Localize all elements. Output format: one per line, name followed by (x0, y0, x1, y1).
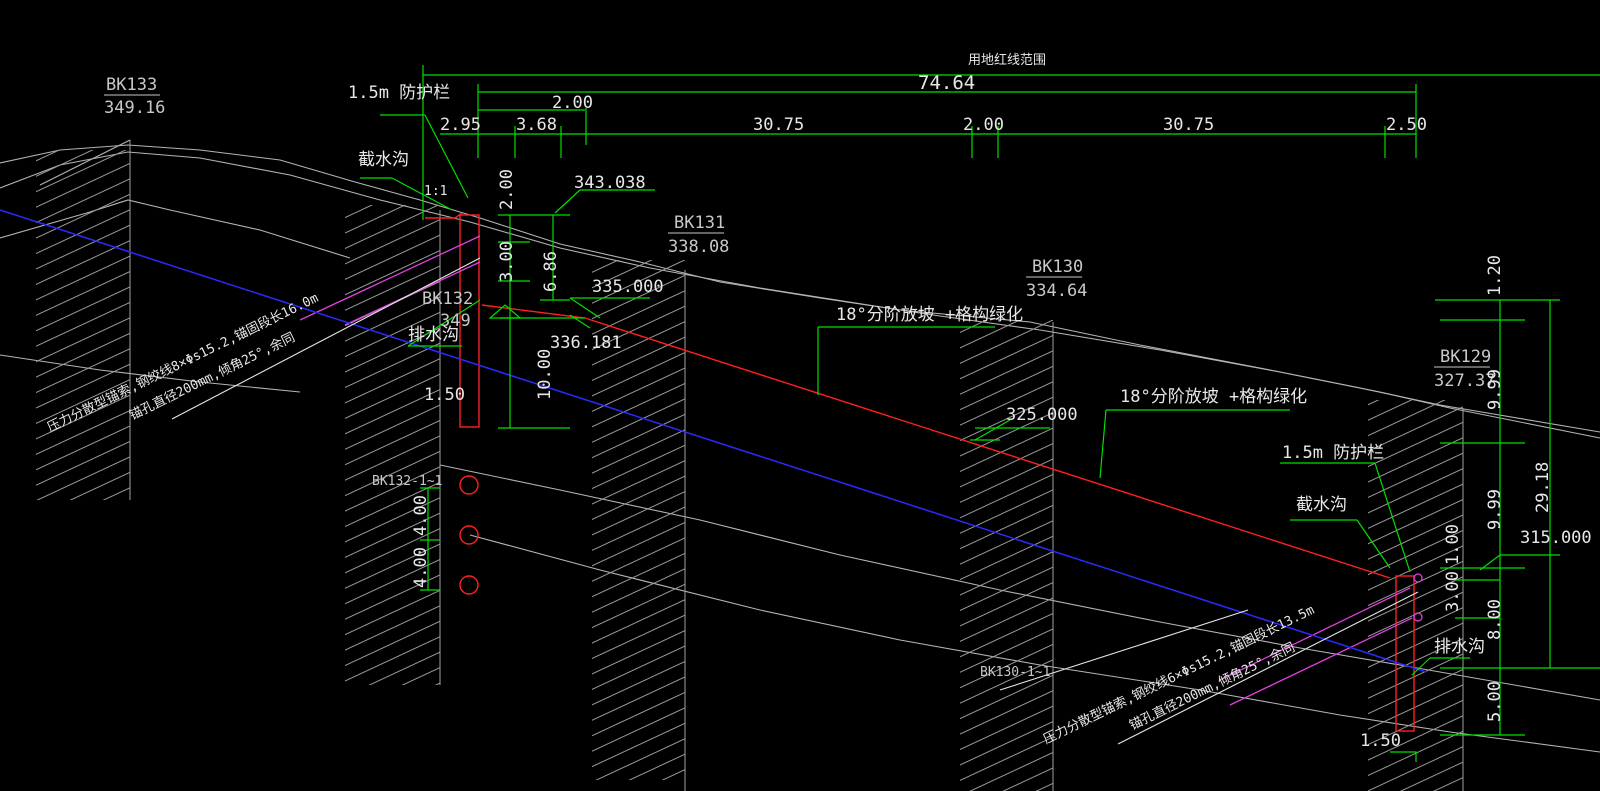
right-v9-99-a: 9.99 (1485, 369, 1505, 410)
mid-slope-note-1: 18°分阶放坡 +格构绿化 (836, 305, 1023, 325)
right-v29-18: 29.18 (1533, 462, 1553, 513)
left-v3-00: 3.00 (497, 241, 517, 282)
right-elev-315: 315.000 (1520, 528, 1592, 548)
dim-2-00-b: 2.00 (963, 115, 1004, 135)
left-guardrail-label: 1.5m 防护栏 (348, 83, 450, 103)
left-drain-ditch-label: 排水沟 (408, 325, 459, 345)
cad-drawing-canvas[interactable]: 用地红线范围 74.64 2.00 2.95 3.68 30.75 2.00 3… (0, 0, 1600, 791)
right-v8-00: 8.00 (1485, 599, 1505, 640)
left-v10-00: 10.00 (535, 349, 555, 400)
borehole-bk130-name: BK130 (1032, 257, 1083, 277)
dim-total: 74.64 (918, 72, 975, 94)
borehole-bk129-name: BK129 (1440, 347, 1491, 367)
left-v2-00: 2.00 (497, 169, 517, 210)
left-elev-343: 343.038 (574, 173, 646, 193)
right-v5-00: 5.00 (1485, 681, 1505, 722)
anchor-lines (0, 209, 1427, 706)
borehole-bk133-elev: 349.16 (104, 98, 165, 118)
borehole-bk131-elev: 338.08 (668, 237, 729, 257)
left-section-label: BK132-1~1 (372, 474, 442, 489)
borehole-bk133-name: BK133 (106, 75, 157, 95)
left-v6-86: 6.86 (541, 251, 561, 292)
right-v9-99-b: 9.99 (1485, 489, 1505, 530)
right-v1-20: 1.20 (1485, 255, 1505, 296)
dim-2-95: 2.95 (440, 115, 481, 135)
right-anchor-note-1: 压力分散型锚索,钢绞线6×Φs15.2,锚固段长13.5m (1041, 602, 1317, 748)
left-v4-00-b: 4.00 (411, 547, 431, 588)
borehole-bk131-name: BK131 (674, 213, 725, 233)
dim-2-50: 2.50 (1386, 115, 1427, 135)
mid-section-label: BK130-1~1 (980, 665, 1050, 680)
left-v1-50: 1.50 (424, 385, 465, 405)
dim-3-68: 3.68 (516, 115, 557, 135)
right-guardrail-label: 1.5m 防护栏 (1282, 443, 1384, 463)
left-v4-00-a: 4.00 (411, 495, 431, 536)
right-v1-50: 1.50 (1360, 731, 1401, 751)
left-elev-335: 335.000 (592, 277, 664, 297)
dim-30-75-a: 30.75 (753, 115, 804, 135)
right-drain-ditch-label: 排水沟 (1434, 637, 1485, 657)
left-small-label: 1:1 (424, 184, 447, 199)
dim-30-75-b: 30.75 (1163, 115, 1214, 135)
mid-slope-note-2: 18°分阶放坡 +格构绿化 (1120, 387, 1307, 407)
right-v1-00: 1.00 (1443, 524, 1463, 565)
right-intercept-ditch-label: 截水沟 (1296, 495, 1347, 515)
top-label: 用地红线范围 (968, 52, 1046, 68)
left-intercept-ditch-label: 截水沟 (358, 150, 409, 170)
dim-2-00-a: 2.00 (552, 93, 593, 113)
left-elev-336: 336.181 (550, 333, 622, 353)
borehole-bk132-name: BK132 (422, 289, 473, 309)
right-v3-00: 3.00 (1443, 571, 1463, 612)
borehole-columns (36, 140, 1464, 791)
borehole-bk130-elev: 334.64 (1026, 281, 1087, 301)
mid-elev-325: 325.000 (1006, 405, 1078, 425)
